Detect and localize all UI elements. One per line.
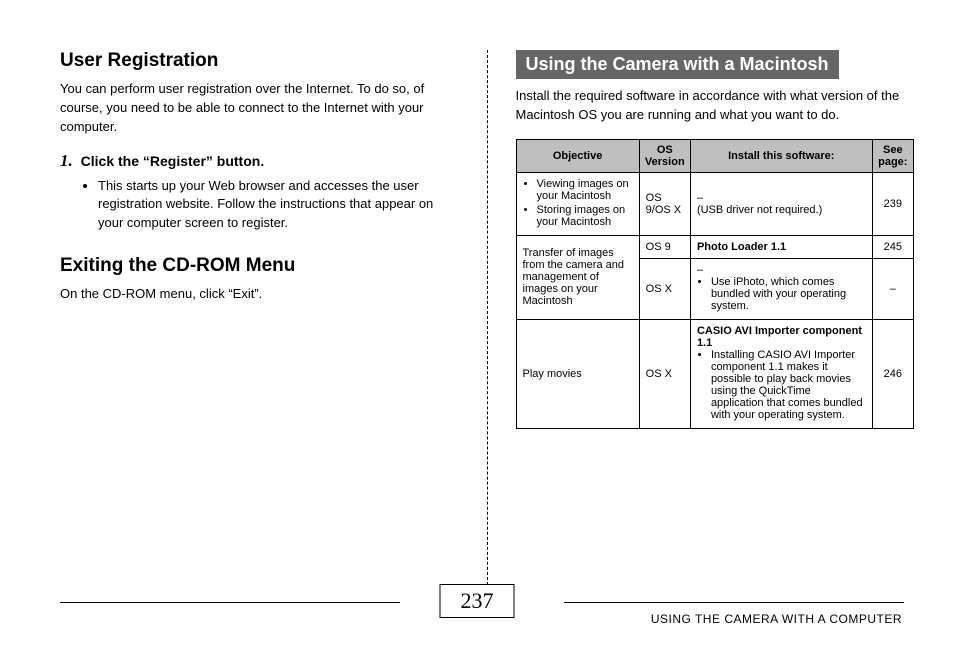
- cell-page: –: [872, 258, 913, 319]
- cell-software: – (USB driver not required.): [690, 172, 872, 235]
- cell-page: 245: [872, 235, 913, 258]
- table-row: Transfer of images from the camera and m…: [516, 235, 914, 258]
- footer-rule-right: [564, 602, 904, 603]
- page-body: User Registration You can perform user r…: [0, 0, 954, 590]
- section-heading-exiting: Exiting the CD-ROM Menu: [60, 255, 459, 277]
- step-text: Click the “Register” button.: [81, 153, 265, 169]
- cell-os: OS 9: [639, 235, 690, 258]
- footer-rule-left: [60, 602, 400, 603]
- table-header-objective: Objective: [516, 139, 639, 172]
- step-1: 1. Click the “Register” button.: [60, 151, 459, 171]
- section-heading-user-registration: User Registration: [60, 50, 459, 72]
- list-item: Installing CASIO AVI Importer component …: [711, 349, 866, 421]
- cell-objective: Transfer of images from the camera and m…: [516, 235, 639, 319]
- cell-os: OS X: [639, 258, 690, 319]
- cell-objective: Play movies: [516, 319, 639, 428]
- software-bold: CASIO AVI Importer component 1.1: [697, 325, 862, 349]
- software-bold: Photo Loader 1.1: [697, 241, 786, 253]
- table-row: Viewing images on your Macintosh Storing…: [516, 172, 914, 235]
- cell-os: OS X: [639, 319, 690, 428]
- page-footer: 237 USING THE CAMERA WITH A COMPUTER: [0, 596, 954, 636]
- list-item: Use iPhoto, which comes bundled with you…: [711, 276, 866, 312]
- list-item: Viewing images on your Macintosh: [537, 178, 633, 202]
- page-number: 237: [440, 584, 515, 618]
- step-bullet-item: This starts up your Web browser and acce…: [98, 177, 459, 234]
- cell-page: 239: [872, 172, 913, 235]
- cell-software: Photo Loader 1.1: [690, 235, 872, 258]
- cell-software: CASIO AVI Importer component 1.1 Install…: [690, 319, 872, 428]
- paragraph: You can perform user registration over t…: [60, 80, 459, 137]
- table-header-software: Install this software:: [690, 139, 872, 172]
- step-number: 1.: [60, 151, 73, 170]
- cell-os: OS 9/OS X: [639, 172, 690, 235]
- table-row: Play movies OS X CASIO AVI Importer comp…: [516, 319, 914, 428]
- right-column: Using the Camera with a Macintosh Instal…: [487, 50, 915, 590]
- paragraph: On the CD-ROM menu, click “Exit”.: [60, 285, 459, 304]
- section-banner-macintosh: Using the Camera with a Macintosh: [516, 50, 839, 79]
- list-item: Storing images on your Macintosh: [537, 204, 633, 228]
- paragraph: Install the required software in accorda…: [516, 87, 915, 125]
- step-bullet-list: This starts up your Web browser and acce…: [98, 177, 459, 234]
- table-header-os: OS Version: [639, 139, 690, 172]
- cell-software: – Use iPhoto, which comes bundled with y…: [690, 258, 872, 319]
- cell-page: 246: [872, 319, 913, 428]
- footer-label: USING THE CAMERA WITH A COMPUTER: [651, 612, 902, 626]
- software-table: Objective OS Version Install this softwa…: [516, 139, 915, 429]
- dash: –: [697, 264, 703, 276]
- table-header-page: See page:: [872, 139, 913, 172]
- left-column: User Registration You can perform user r…: [60, 50, 459, 590]
- cell-objective: Viewing images on your Macintosh Storing…: [516, 172, 639, 235]
